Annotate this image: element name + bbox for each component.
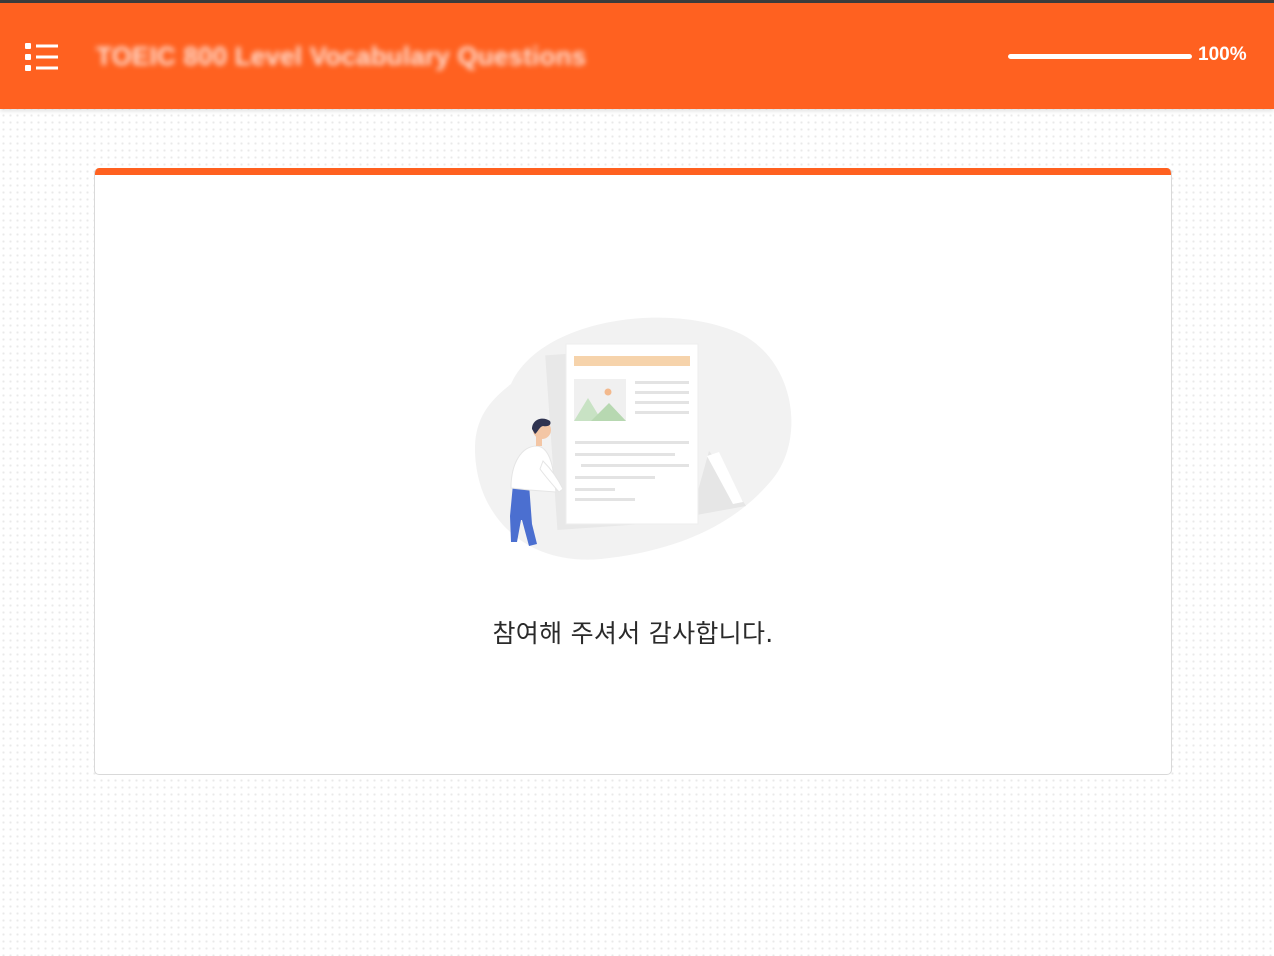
list-menu-icon <box>25 43 58 71</box>
document-review-illustration <box>474 317 792 560</box>
completion-card: 참여해 주셔서 감사합니다. <box>94 168 1172 775</box>
progress-bar <box>1008 54 1192 59</box>
completion-message: 참여해 주셔서 감사합니다. <box>492 619 774 648</box>
menu-button[interactable] <box>22 40 62 74</box>
card-accent-bar <box>95 168 1171 175</box>
progress-bar-fill <box>1008 54 1192 59</box>
quiz-title: TOEIC 800 Level Vocabulary Questions <box>96 41 587 71</box>
progress-percent: 100% <box>1198 44 1247 65</box>
app-header: TOEIC 800 Level Vocabulary Questions 100… <box>0 3 1274 109</box>
